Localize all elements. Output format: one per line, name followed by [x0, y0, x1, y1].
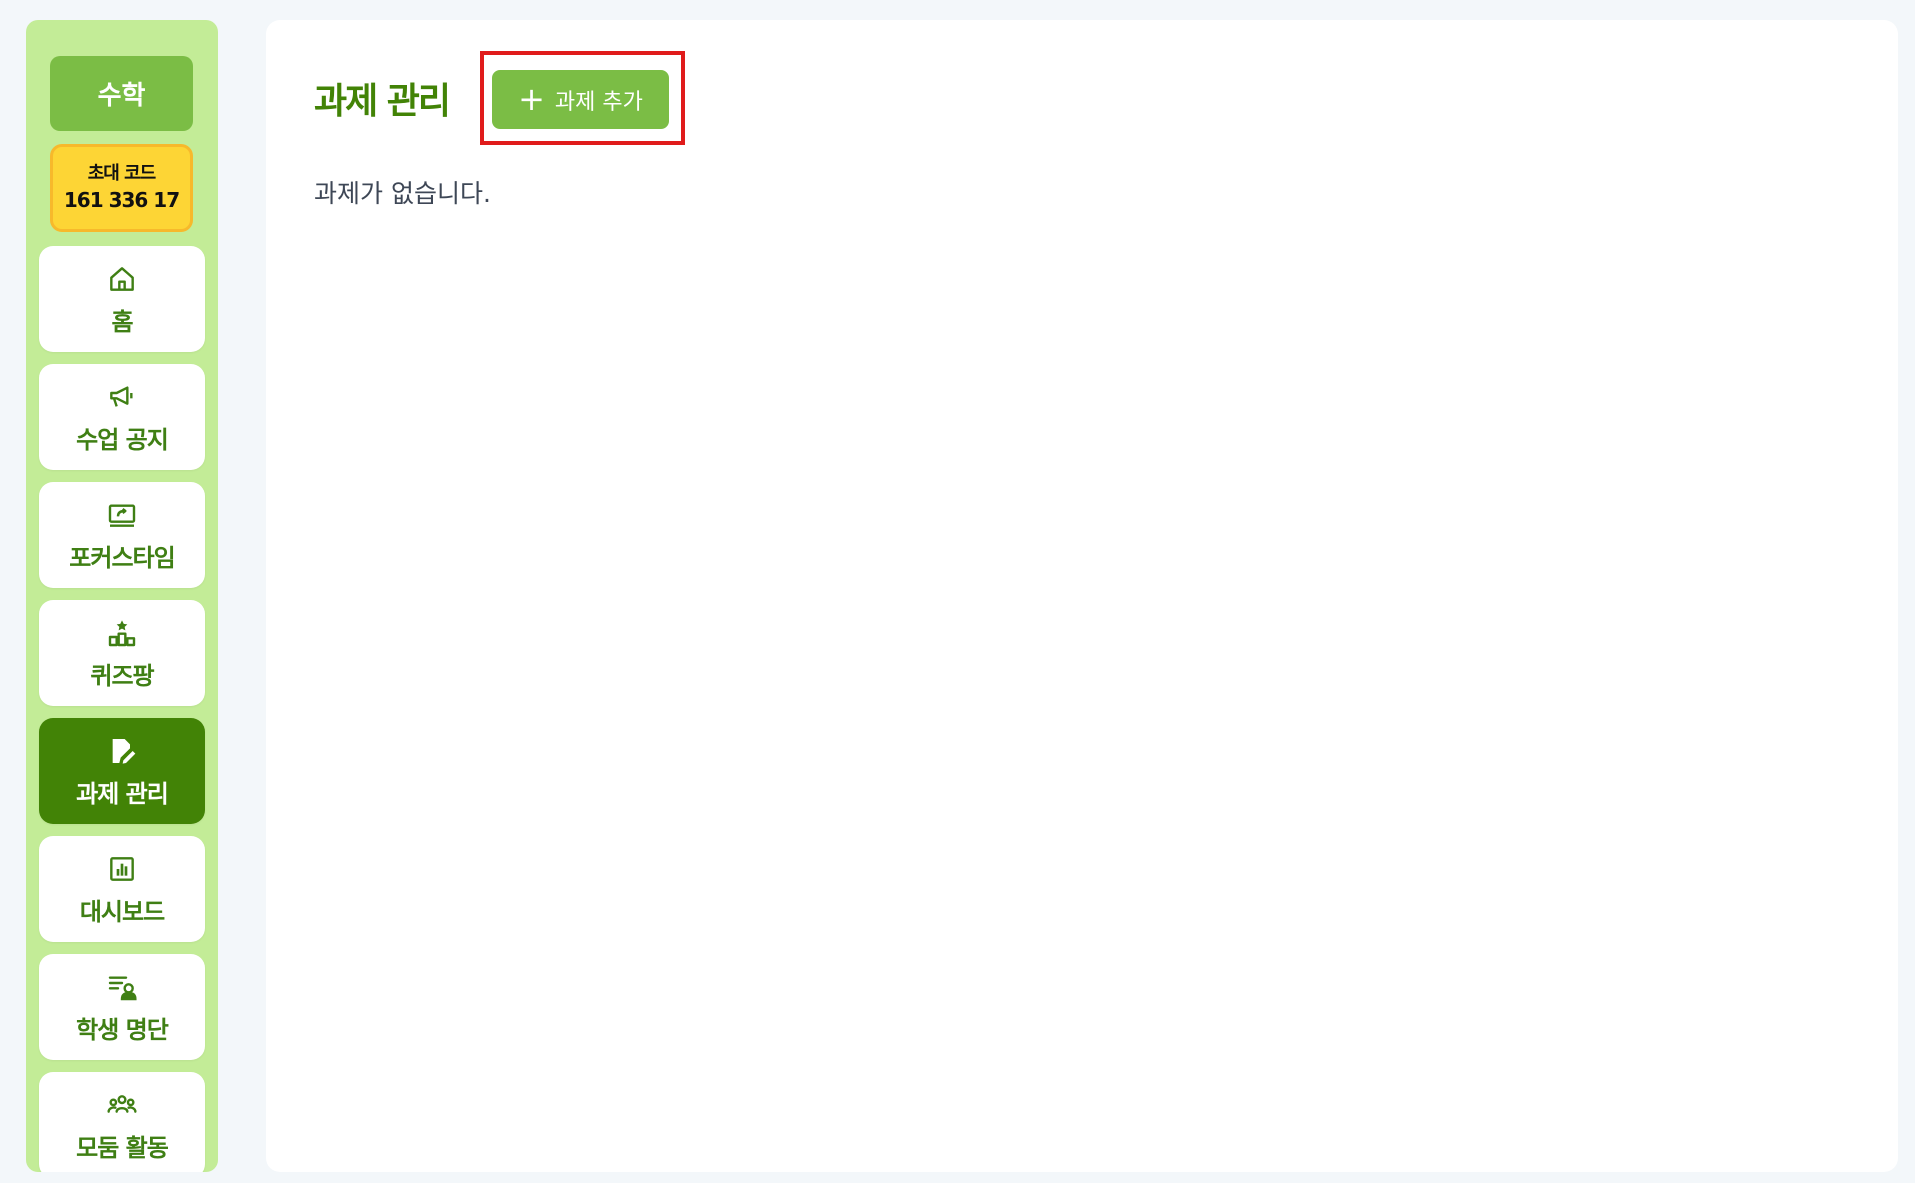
sidebar-item-quiz[interactable]: 퀴즈팡 — [39, 600, 205, 706]
sidebar-item-label: 퀴즈팡 — [90, 661, 154, 690]
sidebar-item-label: 과제 관리 — [76, 779, 169, 808]
sidebar-item-group[interactable]: 모둠 활동 — [39, 1072, 205, 1172]
user-list-icon — [105, 970, 139, 1004]
sidebar-item-label: 학생 명단 — [76, 1015, 169, 1044]
plus-icon: + — [518, 79, 545, 118]
group-icon — [105, 1088, 139, 1122]
invite-code-label: 초대 코드 — [87, 163, 157, 185]
sidebar-item-label: 모둠 활동 — [76, 1133, 169, 1162]
sidebar-item-assignments[interactable]: 과제 관리 — [39, 718, 205, 824]
sidebar-item-label: 수업 공지 — [76, 425, 169, 454]
empty-state-message: 과제가 없습니다. — [314, 179, 491, 208]
home-icon — [105, 262, 139, 296]
sidebar-item-label: 대시보드 — [79, 897, 165, 926]
sidebar-item-roster[interactable]: 학생 명단 — [39, 954, 205, 1060]
podium-star-icon — [105, 616, 139, 650]
sidebar: 수학 초대 코드 161 336 17 홈 수업 공지 포커스타임 퀴즈팡 과제… — [26, 20, 218, 1172]
megaphone-icon — [105, 380, 139, 414]
add-assignment-label: 과제 추가 — [554, 89, 643, 115]
sidebar-item-home[interactable]: 홈 — [39, 246, 205, 352]
sidebar-item-focustime[interactable]: 포커스타임 — [39, 482, 205, 588]
page-title: 과제 관리 — [314, 81, 451, 122]
pencil-file-icon — [105, 734, 139, 768]
invite-code-value: 161 336 17 — [63, 187, 180, 212]
screen-share-icon — [105, 498, 139, 532]
class-name-badge[interactable]: 수학 — [50, 56, 193, 131]
add-assignment-button[interactable]: + 과제 추가 — [492, 70, 669, 129]
sidebar-item-label: 홈 — [111, 307, 133, 336]
sidebar-item-dashboard[interactable]: 대시보드 — [39, 836, 205, 942]
sidebar-item-notice[interactable]: 수업 공지 — [39, 364, 205, 470]
main-panel: 과제 관리 + 과제 추가 과제가 없습니다. — [266, 20, 1898, 1172]
sidebar-item-label: 포커스타임 — [69, 543, 175, 572]
invite-code-card[interactable]: 초대 코드 161 336 17 — [50, 144, 193, 232]
bar-chart-icon — [105, 852, 139, 886]
